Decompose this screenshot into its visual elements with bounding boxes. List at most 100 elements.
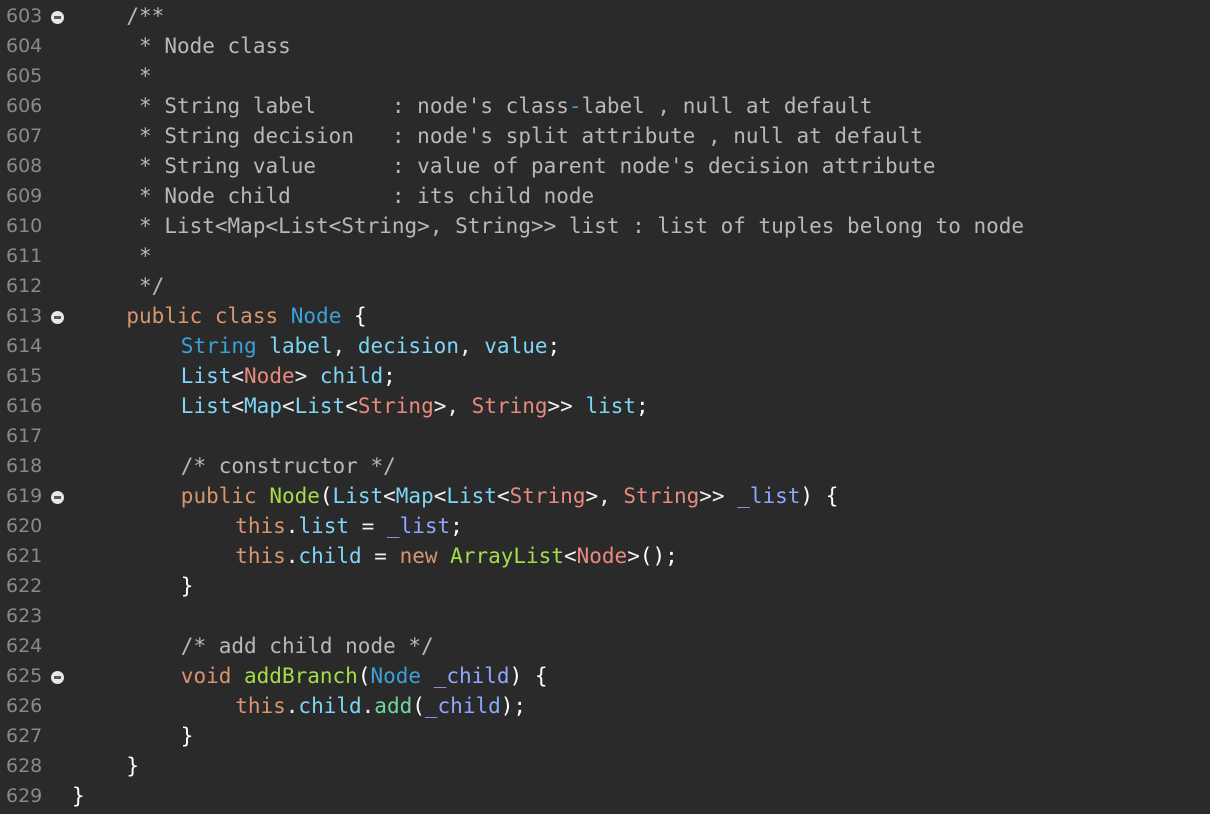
- code-token: String: [509, 484, 586, 508]
- code-token: Node: [244, 364, 295, 388]
- code-token: <: [231, 364, 245, 388]
- code-token: >,: [433, 394, 472, 418]
- code-token: List: [446, 484, 497, 508]
- code-token: >: [627, 544, 640, 568]
- code-text: }: [72, 781, 85, 811]
- code-token: }: [126, 754, 140, 778]
- code-line[interactable]: 607 * String decision : node's split att…: [0, 121, 1210, 151]
- code-token: -: [568, 94, 582, 118]
- code-line[interactable]: 627}: [0, 721, 1210, 751]
- line-number: 606: [6, 95, 43, 117]
- code-text: */: [126, 271, 164, 301]
- code-line[interactable]: 609 * Node child : its child node: [0, 181, 1210, 211]
- code-token: Node: [269, 484, 320, 508]
- code-token: List: [332, 484, 384, 508]
- line-number: 616: [6, 395, 43, 417]
- code-token: Map: [395, 484, 434, 508]
- code-line[interactable]: 617: [0, 421, 1210, 451]
- code-token: .: [285, 694, 299, 718]
- code-token: {: [341, 304, 367, 328]
- code-line[interactable]: 603 /**: [0, 1, 1210, 31]
- code-token: (: [357, 664, 371, 688]
- code-line[interactable]: 619 public Node(List<Map<List<String>, St…: [0, 481, 1210, 511]
- code-token: add: [374, 694, 413, 718]
- line-number: 628: [6, 755, 43, 777]
- code-token: ) {: [800, 484, 839, 508]
- line-number: 625: [6, 665, 43, 687]
- code-text: List<Node> child;: [181, 361, 396, 391]
- code-token: .: [285, 514, 299, 538]
- code-line[interactable]: 613 public class Node {: [0, 301, 1210, 331]
- code-line[interactable]: 628}: [0, 751, 1210, 781]
- code-line[interactable]: 616 List<Map<List<String>, String>> list;: [0, 391, 1210, 421]
- code-text: public Node(List<Map<List<String>, Strin…: [181, 481, 839, 511]
- code-line[interactable]: 605 *: [0, 61, 1210, 91]
- line-number: 605: [6, 65, 43, 87]
- line-number: 608: [6, 155, 43, 177]
- line-number: 617: [6, 425, 43, 447]
- code-line[interactable]: 629}: [0, 781, 1210, 811]
- code-text: this.list = _list;: [235, 511, 463, 541]
- code-line[interactable]: 612 */: [0, 271, 1210, 301]
- fold-collapse-icon[interactable]: [51, 311, 64, 324]
- code-line[interactable]: 621 this.child = new ArrayList<Node>();: [0, 541, 1210, 571]
- code-text: *: [126, 241, 152, 271]
- code-line[interactable]: 606 * String label : node's class-label …: [0, 91, 1210, 121]
- fold-collapse-icon[interactable]: [51, 671, 64, 684]
- code-line[interactable]: 608 * String value : value of parent nod…: [0, 151, 1210, 181]
- code-token: label , null at default: [581, 94, 873, 118]
- code-token: (: [412, 694, 425, 718]
- code-line[interactable]: 614 String label, decision, value;: [0, 331, 1210, 361]
- code-text: * Node class: [126, 31, 291, 61]
- code-token: list: [298, 514, 349, 538]
- code-line[interactable]: 604 * Node class: [0, 31, 1210, 61]
- code-token: }: [72, 784, 85, 808]
- code-token: <: [383, 484, 396, 508]
- code-token: >,: [585, 484, 624, 508]
- code-line[interactable]: 610 * List<Map<List<String>, String>> li…: [0, 211, 1210, 241]
- code-token: _list: [737, 484, 801, 508]
- code-text: List<Map<List<String>, String>> list;: [181, 391, 649, 421]
- code-text: * String value : value of parent node's …: [126, 151, 936, 181]
- code-editor[interactable]: 603/** 604 * Node class 605 * 606 * String …: [0, 0, 1210, 814]
- code-token: (: [319, 484, 333, 508]
- code-token: public: [180, 484, 270, 508]
- code-token: }: [180, 574, 194, 598]
- line-number: 611: [6, 245, 43, 267]
- code-line[interactable]: 622}: [0, 571, 1210, 601]
- code-token: Node: [290, 304, 342, 328]
- fold-collapse-icon[interactable]: [51, 491, 64, 504]
- line-number: 603: [6, 5, 43, 27]
- code-line[interactable]: 625 void addBranch(Node _child) {: [0, 661, 1210, 691]
- code-token: Node: [370, 664, 422, 688]
- code-token: * Node class: [126, 34, 291, 58]
- code-token: <: [231, 394, 245, 418]
- line-number: 607: [6, 125, 43, 147]
- code-token: /* constructor */: [180, 454, 396, 478]
- code-line[interactable]: 620 this.list = _list;: [0, 511, 1210, 541]
- code-line[interactable]: 618 /* constructor */: [0, 451, 1210, 481]
- code-token: public class: [126, 304, 291, 328]
- line-number: 621: [6, 545, 43, 567]
- line-number: 612: [6, 275, 43, 297]
- code-line[interactable]: 624 /* add child node */: [0, 631, 1210, 661]
- code-line[interactable]: 626 this.child.add(_child);: [0, 691, 1210, 721]
- code-text: void addBranch(Node _child) {: [181, 661, 548, 691]
- code-token: _child: [424, 694, 501, 718]
- code-token: addBranch: [244, 664, 358, 688]
- code-token: void: [180, 664, 245, 688]
- code-token: new: [399, 544, 451, 568]
- code-line[interactable]: 611 *: [0, 241, 1210, 271]
- code-token: .: [285, 544, 299, 568]
- code-text: /* constructor */: [181, 451, 396, 481]
- code-token: _child: [421, 664, 510, 688]
- code-text: }: [126, 751, 139, 781]
- code-token: .: [361, 694, 375, 718]
- fold-collapse-icon[interactable]: [51, 11, 64, 24]
- code-line[interactable]: 615 List<Node> child;: [0, 361, 1210, 391]
- code-token: ) {: [509, 664, 548, 688]
- code-token: =: [349, 514, 387, 538]
- code-token: ,: [332, 334, 358, 358]
- code-token: /**: [126, 4, 165, 28]
- code-line[interactable]: 623: [0, 601, 1210, 631]
